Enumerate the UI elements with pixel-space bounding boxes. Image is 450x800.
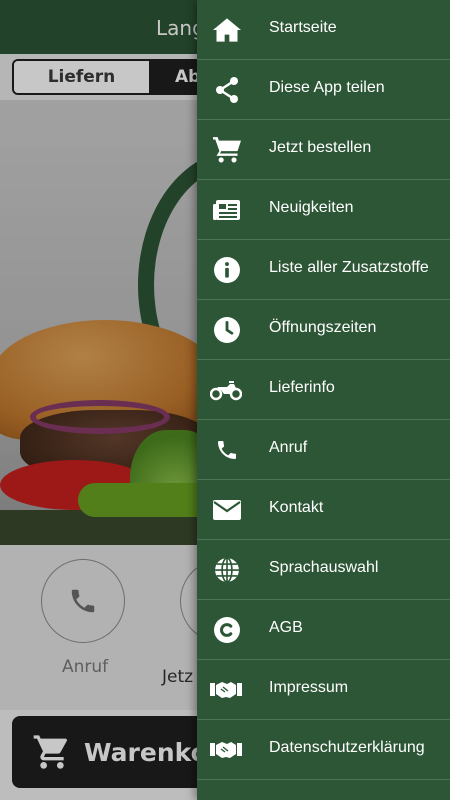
cart-icon <box>213 136 241 164</box>
menu-item-additives[interactable]: Liste aller Zusatzstoffe <box>197 240 450 300</box>
envelope-icon <box>213 496 241 524</box>
motorcycle-icon <box>210 376 242 404</box>
menu-item-startseite[interactable]: Startseite <box>197 0 450 60</box>
menu-item-label: Jetzt bestellen <box>269 139 372 156</box>
clock-icon <box>213 316 241 344</box>
menu-item-label: Neuigkeiten <box>269 199 354 216</box>
menu-item-label: Datenschutzerklärung <box>269 739 425 756</box>
menu-item-label: Impressum <box>269 679 349 696</box>
home-icon <box>213 16 241 44</box>
menu-item-language[interactable]: Sprachauswahl <box>197 540 450 600</box>
newspaper-icon <box>213 196 241 224</box>
phone-icon <box>213 436 241 464</box>
handshake-icon <box>210 676 242 704</box>
menu-item-share[interactable]: Diese App teilen <box>197 60 450 120</box>
menu-item-label: Öffnungszeiten <box>269 319 377 336</box>
globe-icon <box>213 556 241 584</box>
menu-item-opening-hours[interactable]: Öffnungszeiten <box>197 300 450 360</box>
menu-item-label: Startseite <box>269 19 337 36</box>
menu-item-label: AGB <box>269 619 303 636</box>
menu-item-delivery-info[interactable]: Lieferinfo <box>197 360 450 420</box>
menu-item-label: Sprachauswahl <box>269 559 379 576</box>
menu-item-label: Anruf <box>269 439 308 456</box>
menu-item-label: Liste aller Zusatzstoffe <box>269 259 429 276</box>
menu-item-call[interactable]: Anruf <box>197 420 450 480</box>
share-icon <box>213 76 241 104</box>
menu-item-label: Kontakt <box>269 499 324 516</box>
menu-item-privacy[interactable]: Datenschutzerklärung <box>197 720 450 780</box>
menu-item-contact[interactable]: Kontakt <box>197 480 450 540</box>
menu-item-order[interactable]: Jetzt bestellen <box>197 120 450 180</box>
navigation-drawer: Startseite Diese App teilen Jetzt bestel… <box>197 0 450 800</box>
info-icon <box>213 256 241 284</box>
menu-item-news[interactable]: Neuigkeiten <box>197 180 450 240</box>
menu-item-terms[interactable]: AGB <box>197 600 450 660</box>
copyright-icon <box>213 616 241 644</box>
menu-item-label: Lieferinfo <box>269 379 335 396</box>
menu-item-label: Diese App teilen <box>269 79 385 96</box>
menu-item-imprint[interactable]: Impressum <box>197 660 450 720</box>
handshake-icon <box>210 736 242 764</box>
